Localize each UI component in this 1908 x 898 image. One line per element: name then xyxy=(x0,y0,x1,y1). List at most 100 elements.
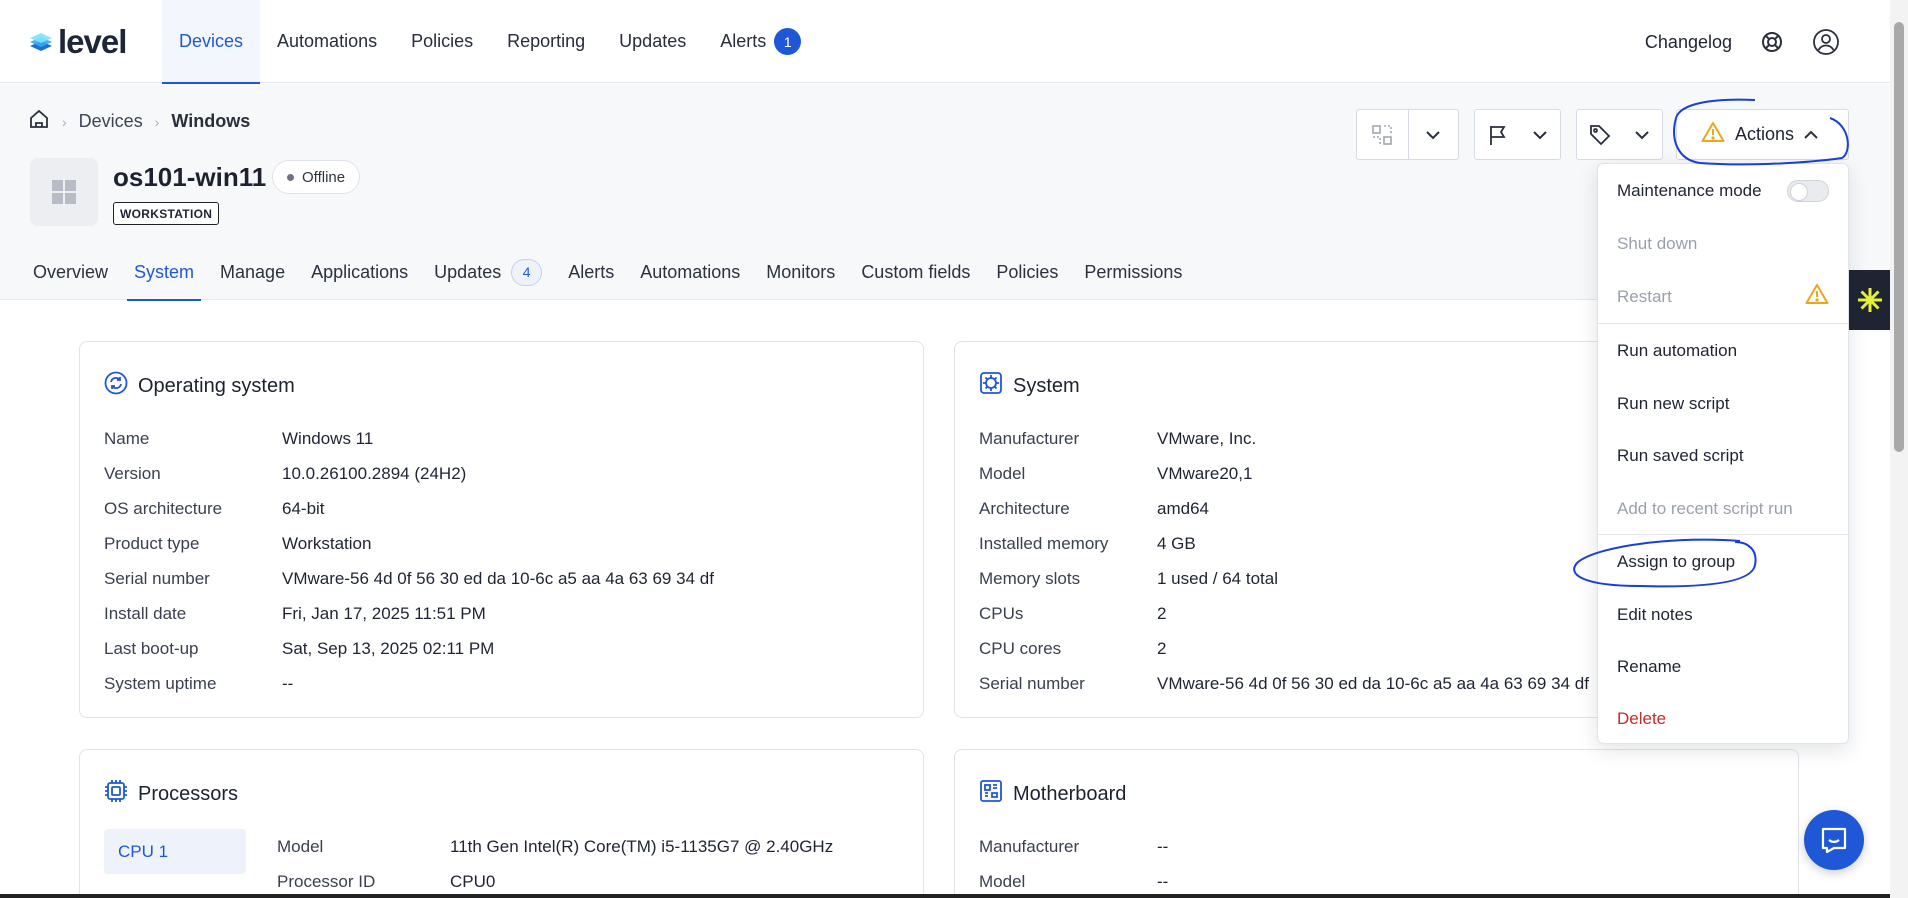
row-key: OS architecture xyxy=(104,498,223,518)
row-value: VMware-56 4d 0f 56 30 ed da 10-6c a5 aa … xyxy=(282,568,714,588)
nav-updates[interactable]: Updates xyxy=(602,0,703,83)
chevron-down-icon xyxy=(1520,110,1560,159)
nav-alerts[interactable]: Alerts 1 xyxy=(703,0,818,83)
group-selector-button[interactable] xyxy=(1356,109,1459,160)
motherboard-row: Manufacturer -- xyxy=(979,829,1168,864)
os-sync-icon xyxy=(104,371,128,401)
device-type-tag: WORKSTATION xyxy=(113,202,220,225)
row-key: System uptime xyxy=(104,673,217,693)
processors-card-title: Processors xyxy=(138,782,239,805)
nav-reporting-label: Reporting xyxy=(507,31,586,51)
tab-label: Alerts xyxy=(568,261,615,282)
row-value: 4 GB xyxy=(1157,533,1196,553)
menu-item-run-saved-script[interactable]: Run saved script xyxy=(1598,429,1848,482)
breadcrumb: › Devices › Windows xyxy=(28,108,250,135)
menu-item-rename[interactable]: Rename xyxy=(1598,640,1848,693)
scrollbar-thumb[interactable] xyxy=(1894,22,1904,452)
changelog-link[interactable]: Changelog xyxy=(1645,32,1732,53)
menu-item-delete[interactable]: Delete xyxy=(1598,692,1848,745)
tab-system[interactable]: System xyxy=(121,244,207,301)
row-value: 1 used / 64 total xyxy=(1157,568,1278,588)
row-key: Install date xyxy=(104,603,187,623)
tab-policies[interactable]: Policies xyxy=(983,244,1071,300)
menu-item-label: Rename xyxy=(1617,656,1682,676)
tab-alerts[interactable]: Alerts xyxy=(555,244,627,300)
row-value: Fri, Jan 17, 2025 11:51 PM xyxy=(282,603,486,623)
row-key: Model xyxy=(979,871,1026,891)
row-key: Name xyxy=(104,428,150,448)
menu-item-label: Shut down xyxy=(1617,233,1698,253)
row-value: VMware, Inc. xyxy=(1157,428,1257,448)
breadcrumb-windows[interactable]: Windows xyxy=(171,111,250,132)
group-icon xyxy=(1357,110,1408,159)
main-nav: Devices Automations Policies Reporting U… xyxy=(162,0,818,84)
row-key: Serial number xyxy=(104,568,210,588)
warning-icon xyxy=(1805,283,1829,310)
tab-label: System xyxy=(134,261,195,282)
home-icon[interactable] xyxy=(28,108,50,135)
tab-applications[interactable]: Applications xyxy=(298,244,421,300)
tab-monitors[interactable]: Monitors xyxy=(753,244,848,300)
flag-icon xyxy=(1475,110,1520,159)
tab-automations[interactable]: Automations xyxy=(627,244,753,300)
asterisk-widget-icon[interactable] xyxy=(1849,270,1890,330)
tab-manage[interactable]: Manage xyxy=(207,244,298,300)
tab-label: Overview xyxy=(33,261,109,282)
updates-count-badge: 4 xyxy=(511,258,543,286)
nav-policies-label: Policies xyxy=(411,31,474,51)
os-card-title: Operating system xyxy=(138,374,295,397)
system-row: Model VMware20,1 xyxy=(979,456,1589,491)
system-row: Serial number VMware-56 4d 0f 56 30 ed da… xyxy=(979,666,1589,701)
tab-permissions[interactable]: Permissions xyxy=(1071,244,1195,300)
system-row: CPUs 2 xyxy=(979,596,1589,631)
menu-item-add-to-recent-script-run[interactable]: Add to recent script run xyxy=(1598,482,1848,535)
nav-devices[interactable]: Devices xyxy=(162,0,261,84)
row-key: Installed memory xyxy=(979,533,1109,553)
os-row: Install date Fri, Jan 17, 2025 11:51 PM xyxy=(104,596,714,631)
nav-automations[interactable]: Automations xyxy=(260,0,394,83)
menu-item-maintenance-mode[interactable]: Maintenance mode xyxy=(1598,164,1848,217)
tab-updates[interactable]: Updates 4 xyxy=(421,244,555,300)
tab-label: Automations xyxy=(640,261,741,282)
chat-support-button[interactable] xyxy=(1804,810,1864,870)
menu-item-run-automation[interactable]: Run automation xyxy=(1598,324,1848,377)
tab-custom-fields[interactable]: Custom fields xyxy=(848,244,983,300)
tab-label: Policies xyxy=(996,261,1059,282)
maintenance-mode-toggle[interactable] xyxy=(1787,179,1829,202)
system-row: Manufacturer VMware, Inc. xyxy=(979,421,1589,456)
page-scrollbar[interactable] xyxy=(1890,0,1908,898)
nav-policies[interactable]: Policies xyxy=(394,0,490,83)
menu-item-shut-down[interactable]: Shut down xyxy=(1598,217,1848,270)
menu-item-restart[interactable]: Restart xyxy=(1598,270,1848,323)
system-details: Manufacturer VMware, Inc. Model VMware20,1… xyxy=(979,421,1589,701)
nav-reporting[interactable]: Reporting xyxy=(490,0,602,83)
level-logo[interactable]: level xyxy=(28,25,127,58)
flag-selector-button[interactable] xyxy=(1474,109,1561,160)
user-avatar-icon[interactable] xyxy=(1808,24,1844,60)
menu-item-label: Add to recent script run xyxy=(1617,498,1793,518)
row-key: Serial number xyxy=(979,673,1085,693)
row-key: CPUs xyxy=(979,603,1024,623)
row-key: Model xyxy=(277,836,324,856)
menu-item-edit-notes[interactable]: Edit notes xyxy=(1598,588,1848,641)
tab-overview[interactable]: Overview xyxy=(20,244,121,300)
breadcrumb-devices[interactable]: Devices xyxy=(79,111,143,132)
tab-label: Permissions xyxy=(1084,261,1183,282)
menu-item-label: Assign to group xyxy=(1617,551,1736,571)
lifebuoy-icon[interactable] xyxy=(1754,24,1790,60)
actions-button[interactable]: Actions xyxy=(1676,109,1849,160)
cpu-1-tab[interactable]: CPU 1 xyxy=(104,829,246,874)
row-key: Architecture xyxy=(979,498,1070,518)
menu-item-label: Restart xyxy=(1617,286,1672,306)
processor-icon xyxy=(104,779,128,809)
actions-menu: Maintenance mode Shut down Restart Run a… xyxy=(1597,163,1849,744)
status-dot xyxy=(287,173,294,181)
menu-item-assign-to-group[interactable]: Assign to group xyxy=(1598,535,1848,588)
processor-row: Processor ID CPU0 xyxy=(277,864,833,898)
menu-item-run-new-script[interactable]: Run new script xyxy=(1598,377,1848,430)
tag-icon xyxy=(1577,110,1622,159)
tag-selector-button[interactable] xyxy=(1576,109,1663,160)
tab-label: Monitors xyxy=(766,261,836,282)
warning-icon xyxy=(1701,121,1725,148)
menu-item-label: Maintenance mode xyxy=(1617,180,1762,200)
